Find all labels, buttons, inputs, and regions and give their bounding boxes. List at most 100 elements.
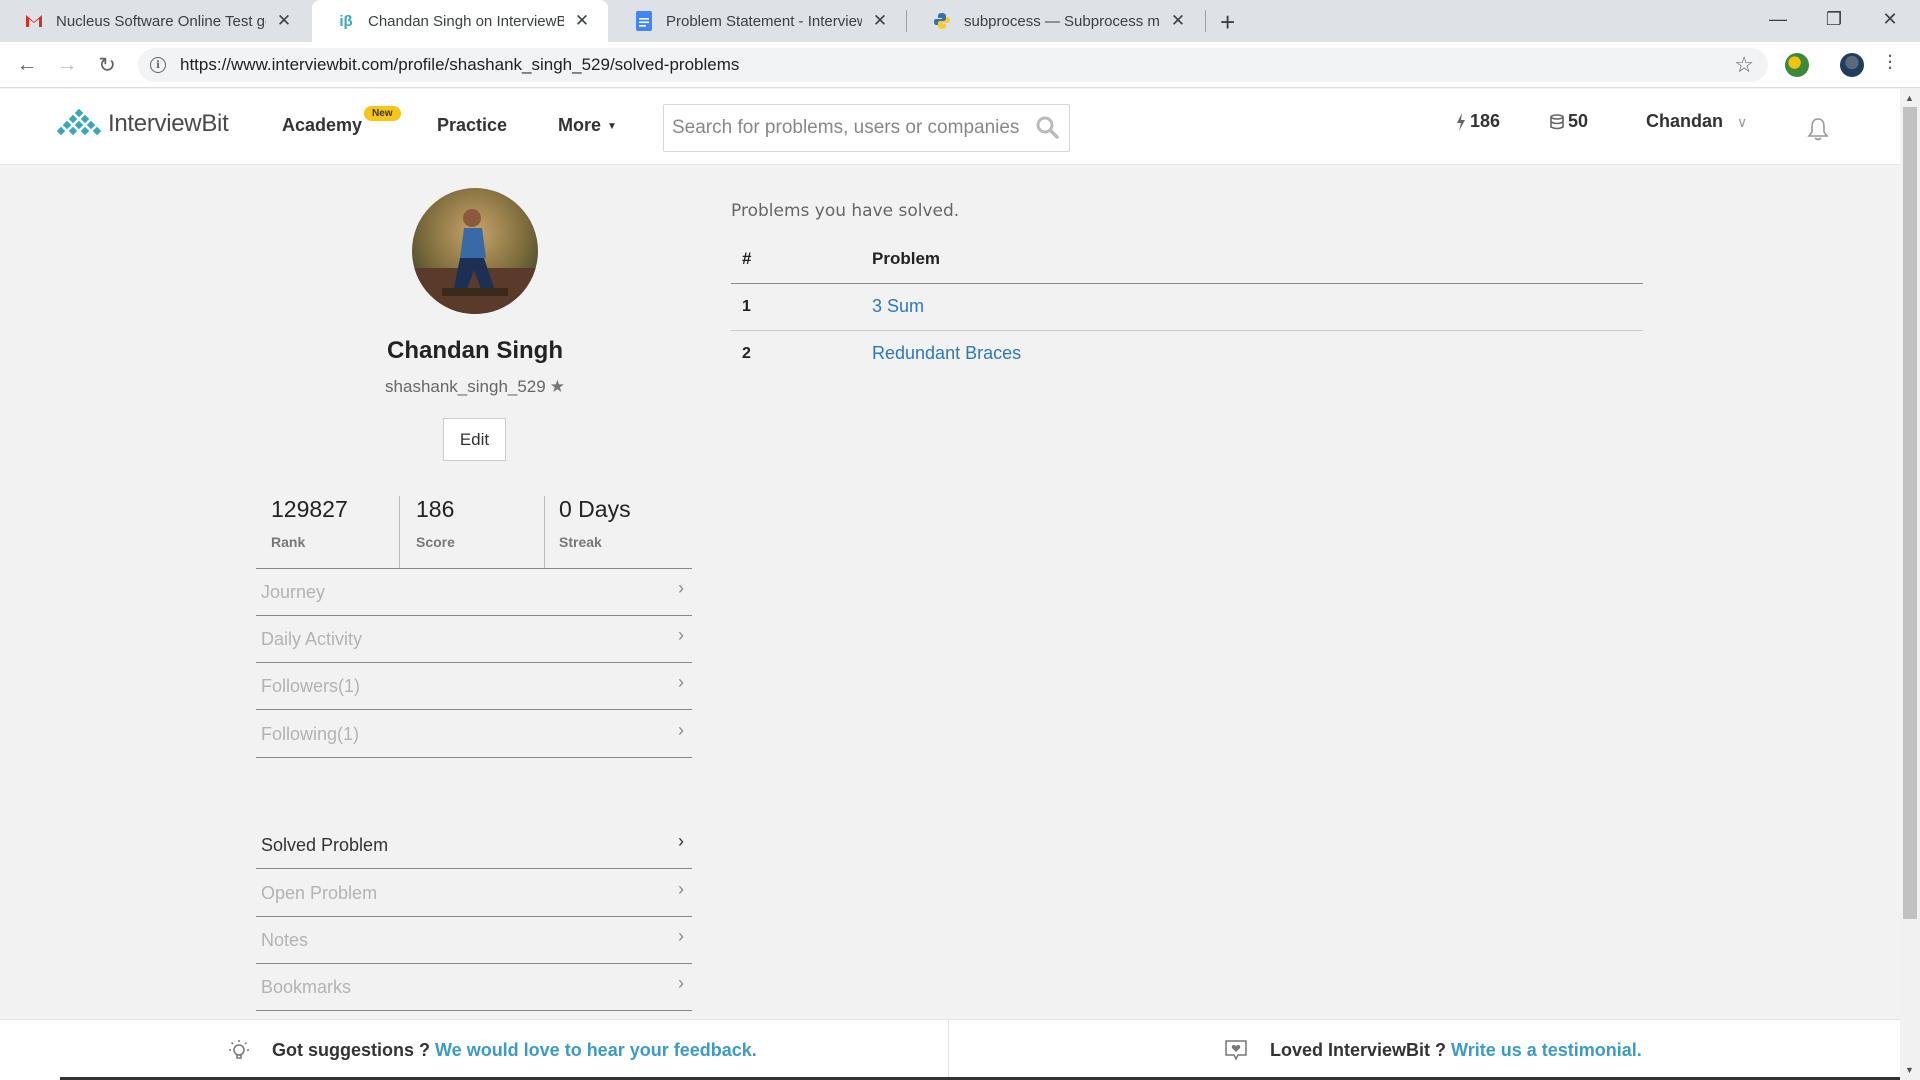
sidebar-item-label: Followers(1): [261, 675, 361, 696]
bookmark-star-icon[interactable]: ☆: [1734, 52, 1754, 78]
notification-bell-icon[interactable]: [1807, 117, 1829, 141]
chevron-right-icon: ›: [678, 831, 684, 851]
divider: [948, 1020, 949, 1080]
address-bar[interactable]: i https://www.interviewbit.com/profile/s…: [138, 48, 1768, 82]
feedback-link[interactable]: We would love to hear your feedback.: [435, 1040, 757, 1061]
sidebar-item-open-problem[interactable]: Open Problem ›: [256, 870, 692, 917]
new-tab-button[interactable]: +: [1220, 7, 1235, 38]
problem-link[interactable]: Redundant Braces: [861, 330, 1643, 377]
feedback-section: Got suggestions ? We would love to hear …: [228, 1020, 757, 1080]
chevron-right-icon: ›: [678, 879, 684, 899]
browser-tab-gmail[interactable]: Nucleus Software Online Test get ✕: [0, 0, 310, 42]
site-header: InterviewBit Academy New Practice More ▼ …: [0, 89, 1900, 165]
star-icon: ★: [549, 377, 565, 396]
testimonial-text: Loved InterviewBit ?: [1270, 1039, 1447, 1060]
heart-chat-icon: [1225, 1040, 1247, 1061]
header-coins-value: 50: [1568, 111, 1589, 131]
avatar-photo: [412, 188, 538, 314]
chevron-right-icon: ›: [678, 672, 684, 692]
chevron-right-icon: ›: [678, 973, 684, 993]
profile-name: Chandan Singh: [387, 337, 563, 364]
tab-title: Problem Statement - Interview - (: [666, 12, 862, 30]
new-badge: New: [364, 106, 401, 121]
extension-icon[interactable]: [1785, 53, 1809, 77]
edit-profile-button[interactable]: Edit: [443, 418, 506, 461]
user-menu-dropdown[interactable]: Chandan ∨: [1646, 111, 1747, 132]
stat-rank-label: Rank: [271, 534, 306, 550]
table-row: 2 Redundant Braces: [731, 330, 1643, 377]
sidebar-item-notes[interactable]: Notes ›: [256, 917, 692, 964]
stat-rank: 129827 Rank: [271, 496, 348, 568]
table-header-row: # Problem: [731, 236, 1643, 284]
sidebar-item-bookmarks[interactable]: Bookmarks ›: [256, 964, 692, 1011]
sidebar-item-label: Journey: [261, 581, 326, 602]
sidebar-item-label: Daily Activity: [261, 628, 363, 649]
sidebar-item-following[interactable]: Following(1) ›: [256, 711, 692, 758]
search-input[interactable]: [664, 105, 1024, 151]
sidebar-item-solved-problem[interactable]: Solved Problem ›: [256, 822, 692, 869]
testimonial-section: Loved InterviewBit ? Write us a testimon…: [1224, 1020, 1642, 1080]
browser-tab-python-docs[interactable]: subprocess — Subprocess manag ✕: [908, 0, 1204, 42]
column-header-number: #: [731, 236, 861, 284]
close-tab-icon[interactable]: ✕: [1168, 11, 1188, 31]
close-tab-icon[interactable]: ✕: [870, 11, 890, 31]
header-score[interactable]: 186: [1456, 111, 1500, 132]
scroll-up-icon[interactable]: ▲: [1905, 93, 1914, 103]
search-box[interactable]: [663, 104, 1070, 152]
stat-divider: [544, 496, 545, 568]
header-coins[interactable]: 50: [1550, 111, 1588, 132]
browser-menu-icon[interactable]: · · ·: [1885, 44, 1895, 78]
scrollbar-thumb[interactable]: [1903, 107, 1917, 919]
forward-arrow-icon[interactable]: →: [52, 50, 82, 80]
sidebar-item-journey[interactable]: Journey ›: [256, 569, 692, 616]
stat-divider: [399, 496, 400, 568]
user-name: Chandan: [1646, 111, 1724, 131]
problem-link[interactable]: 3 Sum: [861, 283, 1643, 331]
profile-avatar-icon[interactable]: [1840, 53, 1864, 77]
reload-icon[interactable]: ↻: [92, 50, 122, 80]
interviewbit-icon: iβ: [339, 12, 353, 30]
profile-handle-text: shashank_singh_529: [385, 377, 546, 396]
close-tab-icon[interactable]: ✕: [274, 11, 294, 31]
feedback-footer: Got suggestions ? We would love to hear …: [0, 1019, 1900, 1080]
sidebar-item-daily-activity[interactable]: Daily Activity ›: [256, 616, 692, 663]
chevron-right-icon: ›: [678, 720, 684, 740]
restore-window-icon[interactable]: ❐: [1806, 0, 1862, 38]
row-number: 1: [731, 283, 861, 331]
minimize-window-icon[interactable]: —: [1750, 0, 1806, 38]
solved-problems-table: # Problem 1 3 Sum 2 Redundant Braces: [731, 236, 1643, 377]
chevron-down-icon: ∨: [1737, 114, 1748, 130]
nav-practice[interactable]: Practice: [437, 115, 507, 136]
page-scrollbar[interactable]: ▲ ▼: [1900, 89, 1920, 1080]
close-tab-icon[interactable]: ✕: [572, 11, 592, 31]
close-window-icon[interactable]: ✕: [1862, 0, 1918, 38]
caret-down-icon: ▼: [607, 121, 617, 132]
sidebar-item-label: Bookmarks: [261, 976, 352, 997]
interviewbit-logo[interactable]: InterviewBit: [54, 108, 229, 140]
chevron-right-icon: ›: [678, 625, 684, 645]
profile-handle: shashank_singh_529 ★: [256, 377, 694, 397]
avatar: [412, 188, 538, 314]
sidebar-item-label: Following(1): [261, 723, 360, 744]
browser-tab-interviewbit[interactable]: iβ Chandan Singh on InterviewBit: C ✕: [312, 0, 608, 42]
column-header-problem: Problem: [861, 236, 1643, 284]
sidebar-item-followers[interactable]: Followers(1) ›: [256, 663, 692, 710]
url-text[interactable]: https://www.interviewbit.com/profile/sha…: [180, 55, 739, 75]
lightning-icon: [1457, 112, 1465, 131]
coins-icon: [1550, 113, 1564, 129]
nav-more-label: More: [558, 115, 602, 135]
stat-score-value: 186: [416, 496, 455, 522]
back-arrow-icon[interactable]: ←: [12, 50, 42, 80]
row-number: 2: [742, 344, 751, 362]
scroll-down-icon[interactable]: ▼: [1905, 1065, 1914, 1075]
browser-tab-google-docs[interactable]: Problem Statement - Interview - ( ✕: [610, 0, 906, 42]
tab-title: Nucleus Software Online Test get: [56, 12, 266, 30]
nav-academy[interactable]: Academy: [282, 115, 362, 136]
testimonial-link[interactable]: Write us a testimonial.: [1451, 1040, 1642, 1061]
search-icon[interactable]: [1035, 115, 1059, 139]
site-info-icon[interactable]: i: [150, 57, 166, 73]
tab-title: Chandan Singh on InterviewBit: C: [368, 12, 564, 30]
tab-title: subprocess — Subprocess manag: [964, 12, 1160, 30]
nav-academy-label: Academy: [282, 115, 363, 135]
nav-more-dropdown[interactable]: More ▼: [558, 115, 617, 136]
